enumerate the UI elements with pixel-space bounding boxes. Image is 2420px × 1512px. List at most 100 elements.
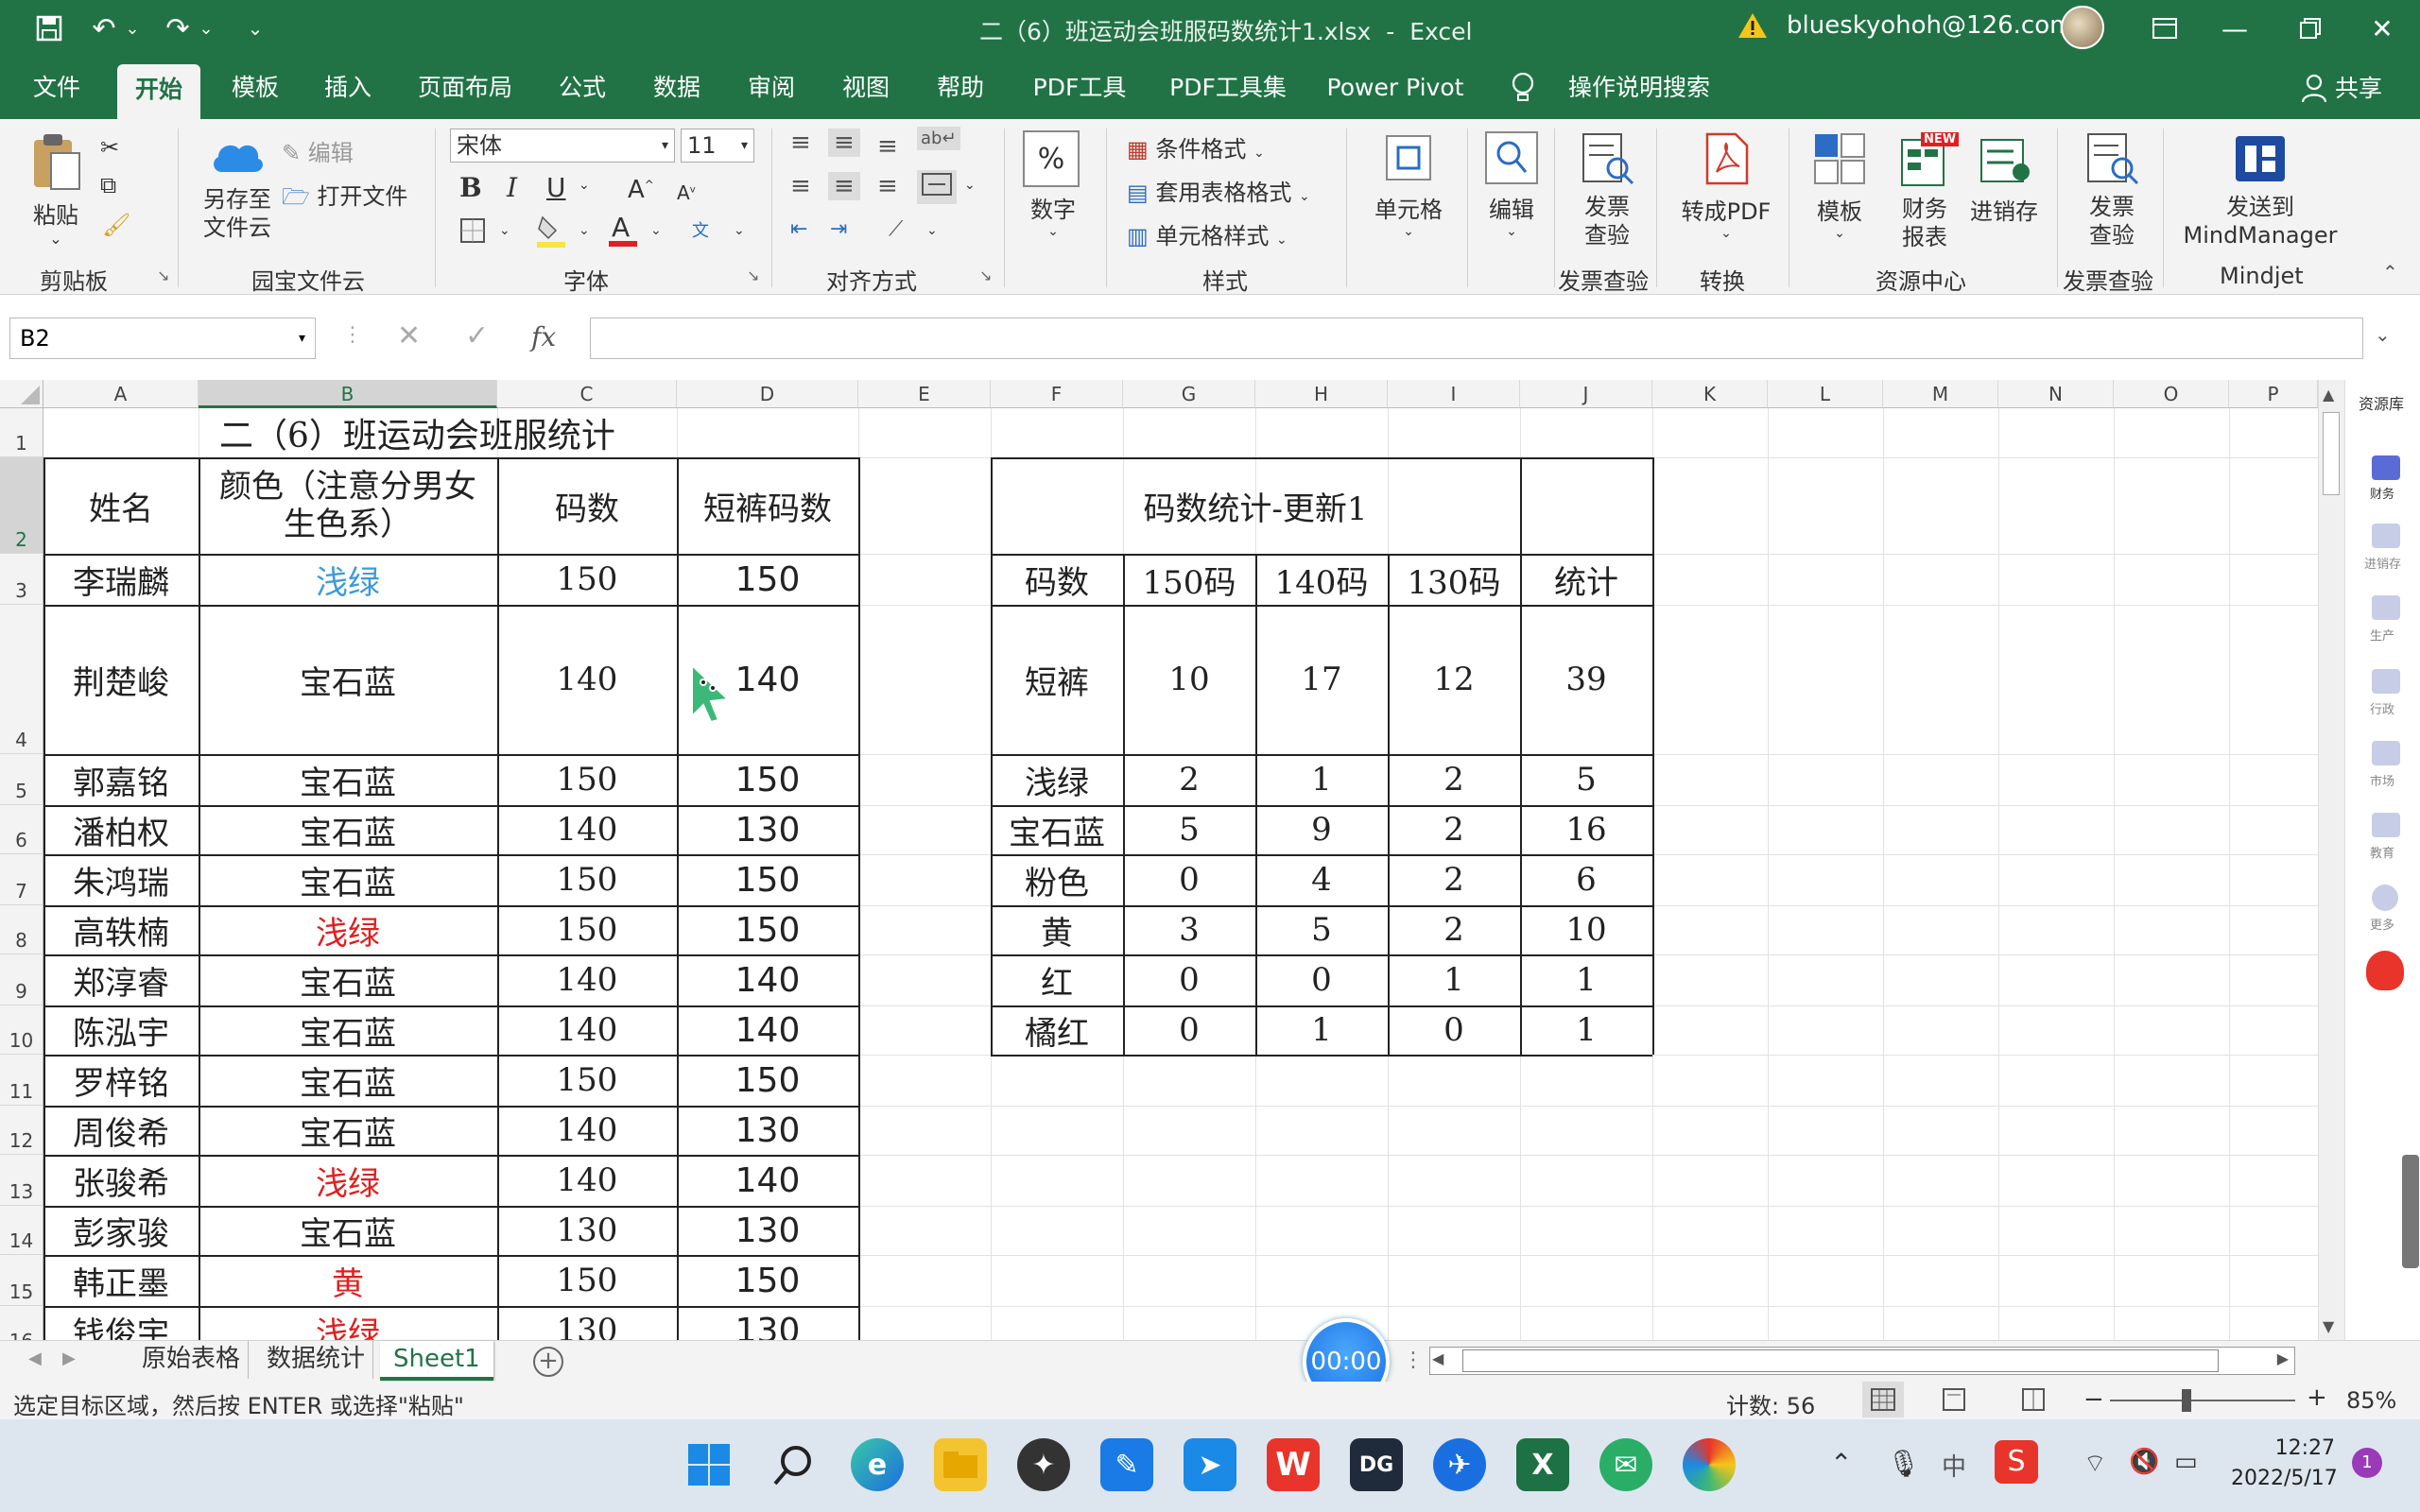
ime-icon[interactable]: 中 — [1942, 1448, 1966, 1483]
align-left-icon[interactable]: ≡ — [790, 172, 811, 200]
edit-cloud-button[interactable]: ✎ 编辑 — [282, 134, 354, 167]
fill-dropdown-icon[interactable]: ⌄ — [579, 223, 590, 238]
size-cell[interactable]: 150 — [497, 1055, 677, 1106]
merge-dropdown-icon[interactable]: ⌄ — [964, 178, 976, 193]
size-cell[interactable]: 150 — [497, 905, 677, 954]
stats-value-cell[interactable]: 10 — [1520, 905, 1652, 954]
clipboard-launcher-icon[interactable]: ↘ — [157, 266, 169, 284]
financial-report-button[interactable]: NEW 财务报表 — [1887, 130, 1962, 251]
increase-indent-icon[interactable]: ⇥ — [830, 217, 847, 241]
color-cell[interactable]: 宝石蓝 — [199, 1106, 497, 1155]
color-cell[interactable]: 宝石蓝 — [199, 854, 497, 905]
stats-value-cell[interactable]: 9 — [1255, 805, 1388, 854]
column-header-E[interactable]: E — [858, 380, 991, 408]
shorts-size-cell[interactable]: 130 — [677, 1306, 858, 1341]
column-header-M[interactable]: M — [1883, 380, 1998, 408]
font-name-select[interactable]: 宋体 ▾ — [450, 129, 675, 163]
wifi-icon[interactable]: ⌔ — [2083, 1448, 2106, 1479]
stats-row-label[interactable]: 粉色 — [991, 854, 1123, 905]
align-center-icon[interactable]: ≡ — [828, 172, 860, 200]
inventory-button[interactable]: 进销存 — [1964, 130, 2044, 226]
stats-row-label[interactable]: 红 — [991, 954, 1123, 1005]
previous-sheet-icon[interactable]: ◀ — [28, 1349, 42, 1368]
tab-formulas[interactable]: 公式 — [543, 57, 622, 119]
color-cell[interactable]: 黄 — [199, 1255, 497, 1306]
name-cell[interactable]: 彭家骏 — [43, 1206, 199, 1255]
send-to-mindmanager-button[interactable]: 发送到MindManager — [2180, 130, 2341, 249]
row-header-2[interactable]: 2 — [0, 457, 43, 554]
font-color-dropdown-icon[interactable]: ⌄ — [650, 223, 662, 238]
shorts-size-cell[interactable]: 130 — [677, 805, 858, 854]
sheet-tab-sheet1[interactable]: Sheet1 — [380, 1341, 493, 1381]
expand-formula-icon[interactable]: ⌄ — [2375, 323, 2391, 346]
edge-browser-icon[interactable]: e — [851, 1438, 904, 1491]
size-cell[interactable]: 150 — [497, 1255, 677, 1306]
size-cell[interactable]: 140 — [497, 605, 677, 754]
name-box[interactable]: B2 ▾ — [9, 318, 316, 359]
tab-pdf-tools[interactable]: PDF工具 — [1023, 57, 1136, 119]
stats-value-cell[interactable]: 0 — [1388, 1005, 1520, 1055]
row-header-12[interactable]: 12 — [0, 1106, 43, 1155]
tab-template[interactable]: 模板 — [216, 57, 295, 119]
size-cell[interactable]: 150 — [497, 854, 677, 905]
scroll-left-icon[interactable]: ◀ — [1432, 1349, 1443, 1367]
column-header-D[interactable]: D — [677, 380, 858, 408]
tab-review[interactable]: 审阅 — [732, 57, 811, 119]
stats-value-cell[interactable]: 0 — [1123, 1005, 1255, 1055]
tab-data[interactable]: 数据 — [637, 57, 717, 119]
bold-button[interactable]: B — [459, 172, 482, 203]
add-sheet-icon[interactable]: + — [533, 1347, 563, 1377]
app-icon-1[interactable]: ✦ — [1017, 1438, 1070, 1491]
shorts-size-cell[interactable]: 150 — [677, 754, 858, 805]
font-size-select[interactable]: 11 ▾ — [681, 129, 754, 163]
close-icon[interactable]: ✕ — [2354, 9, 2411, 47]
header-shorts-size[interactable]: 短裤码数 — [677, 457, 858, 554]
border-icon[interactable] — [459, 217, 486, 249]
stats-value-cell[interactable]: 39 — [1520, 605, 1652, 754]
windows-start-icon[interactable] — [683, 1438, 735, 1491]
tab-view[interactable]: 视图 — [826, 57, 906, 119]
orientation-dropdown-icon[interactable]: ⌄ — [926, 223, 938, 238]
stats-row-label[interactable]: 短裤 — [991, 605, 1123, 754]
stats-header-cell[interactable]: 130码 — [1388, 554, 1520, 605]
undo-icon[interactable]: ↶ — [87, 11, 121, 45]
inventory-side-icon[interactable] — [2372, 524, 2400, 548]
size-cell[interactable]: 140 — [497, 954, 677, 1005]
customize-toolbar-icon[interactable]: ⌄ — [238, 11, 272, 45]
number-format-button[interactable]: % 数字 ⌄ — [1023, 130, 1083, 239]
stats-row-label[interactable]: 宝石蓝 — [991, 805, 1123, 854]
row-header-16[interactable]: 16 — [0, 1306, 43, 1340]
datagrip-icon[interactable]: DG — [1350, 1438, 1403, 1491]
row-header-10[interactable]: 10 — [0, 1005, 43, 1055]
color-cell[interactable]: 浅绿 — [199, 1306, 497, 1341]
color-cell[interactable]: 浅绿 — [199, 554, 497, 605]
column-header-B[interactable]: B — [199, 380, 497, 408]
format-painter-icon[interactable]: 🖌 — [102, 212, 130, 238]
zoom-out-icon[interactable]: − — [2083, 1385, 2104, 1414]
next-sheet-icon[interactable]: ▶ — [62, 1349, 76, 1368]
alignment-launcher-icon[interactable]: ↘ — [979, 266, 992, 284]
shorts-size-cell[interactable]: 130 — [677, 1106, 858, 1155]
decrease-indent-icon[interactable]: ⇤ — [790, 217, 807, 241]
paste-button[interactable]: 粘贴 ⌄ — [23, 132, 89, 248]
color-cell[interactable]: 宝石蓝 — [199, 1055, 497, 1106]
redo-dropdown-icon[interactable]: ⌄ — [197, 11, 216, 45]
conditional-formatting-button[interactable]: ▦ 条件格式 ⌄ — [1127, 130, 1265, 163]
row-header-5[interactable]: 5 — [0, 754, 43, 805]
underline-dropdown-icon[interactable]: ⌄ — [579, 178, 590, 193]
column-header-J[interactable]: J — [1520, 380, 1652, 408]
align-top-icon[interactable]: ≡ — [790, 129, 811, 157]
stats-value-cell[interactable]: 1 — [1255, 754, 1388, 805]
normal-view-icon[interactable] — [1862, 1382, 1904, 1418]
tell-me-search[interactable]: 操作说明搜索 — [1554, 57, 1724, 119]
stats-value-cell[interactable]: 17 — [1255, 605, 1388, 754]
underline-button[interactable]: U — [546, 172, 566, 203]
stats-value-cell[interactable]: 5 — [1255, 905, 1388, 954]
header-size[interactable]: 码数 — [497, 457, 677, 554]
color-cell[interactable]: 宝石蓝 — [199, 1206, 497, 1255]
shorts-size-cell[interactable]: 150 — [677, 1055, 858, 1106]
cancel-entry-icon[interactable]: ✕ — [397, 319, 421, 352]
column-header-C[interactable]: C — [497, 380, 677, 408]
decrease-font-icon[interactable]: Av — [677, 181, 696, 204]
collapse-ribbon-icon[interactable]: ⌃ — [2382, 261, 2398, 284]
